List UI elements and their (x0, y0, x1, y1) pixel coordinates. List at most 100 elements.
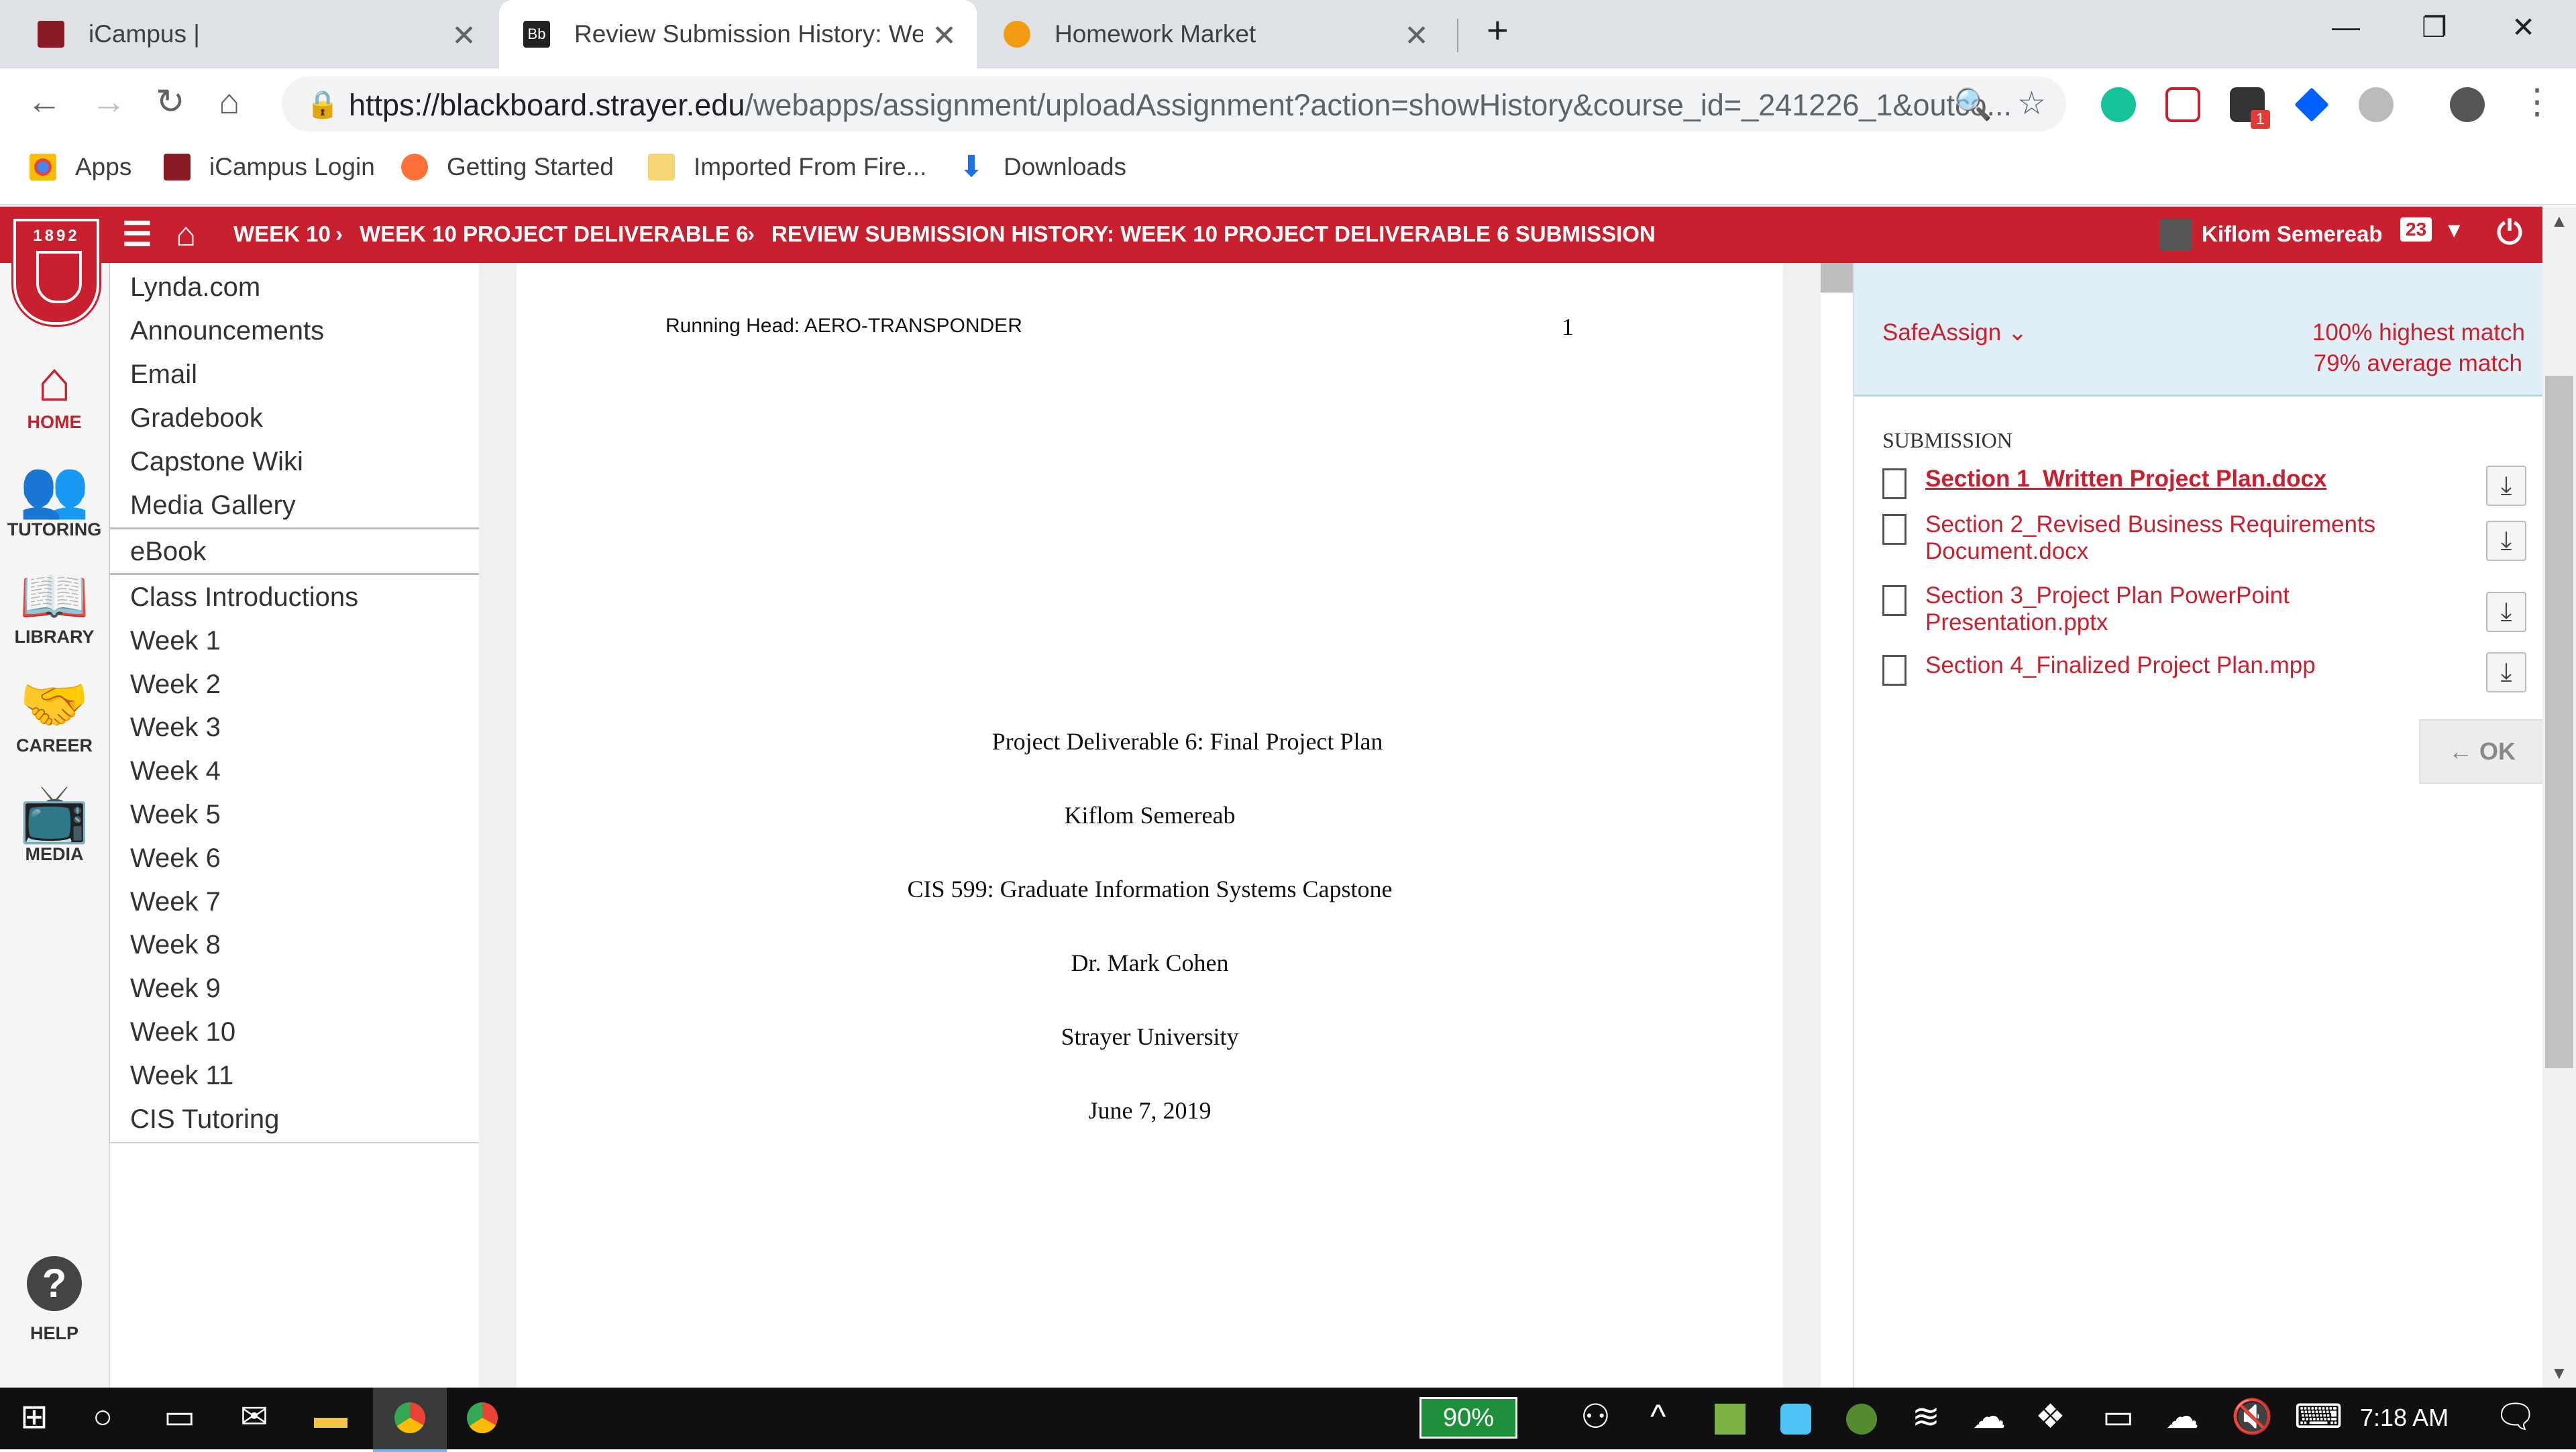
windows-start-icon[interactable]: ⊞ (20, 1397, 48, 1436)
menu-item-ebook[interactable]: eBook (130, 537, 206, 567)
menu-item[interactable]: Week 7 (130, 887, 221, 917)
menu-item[interactable]: Lynda.com (130, 272, 260, 303)
download-icon[interactable]: ⤓ (2486, 592, 2526, 632)
strayer-shield-logo[interactable]: 1892 (13, 219, 99, 325)
user-name[interactable]: Kiflom Semereab (2202, 221, 2383, 247)
cortana-circle-icon[interactable]: ○ (93, 1397, 113, 1436)
scroll-up-arrow-icon[interactable]: ▲ (2551, 211, 2568, 231)
menu-item[interactable]: Week 10 (130, 1017, 235, 1047)
menu-item[interactable]: Week 2 (130, 670, 221, 700)
menu-item[interactable]: Announcements (130, 316, 324, 346)
menu-item[interactable]: Week 11 (130, 1061, 233, 1091)
menu-item[interactable]: Week 1 (130, 626, 221, 656)
file-link[interactable]: Section 1_Written Project Plan.docx (1925, 466, 2422, 492)
hamburger-menu-icon[interactable]: ☰ (122, 215, 152, 254)
restore-icon[interactable]: ❐ (2422, 11, 2447, 44)
download-icon[interactable]: ⤓ (2486, 521, 2526, 561)
scroll-down-arrow-icon[interactable]: ▼ (2551, 1363, 2568, 1384)
home-icon[interactable]: ⌂ (176, 215, 196, 254)
menu-item[interactable]: Week 3 (130, 713, 221, 743)
back-arrow-icon[interactable]: ← (27, 82, 62, 122)
forward-arrow-icon[interactable]: → (91, 82, 126, 122)
tray-app-icon[interactable] (1715, 1404, 1746, 1435)
zoom-icon[interactable]: 🔍 (1954, 86, 1992, 123)
bookmark-apps[interactable]: Apps (30, 153, 131, 181)
tab-icampus[interactable]: iCampus | ✕ (0, 0, 496, 68)
menu-item[interactable]: CIS Tutoring (130, 1104, 279, 1135)
bookmark-icampus-login[interactable]: iCampus Login (164, 153, 375, 181)
menu-item[interactable]: Class Introductions (130, 582, 358, 613)
extension-with-badge-icon[interactable]: 1 (2230, 87, 2270, 129)
show-hidden-icons-icon[interactable]: ^ (1650, 1397, 1666, 1436)
safeassign-dropdown[interactable]: SafeAssign ⌄ (1882, 319, 2027, 346)
tray-cloud-app-icon[interactable] (1780, 1404, 1811, 1435)
people-icon[interactable]: ⚇ (1580, 1397, 1611, 1436)
rail-career[interactable]: 🤝 CAREER (0, 674, 109, 756)
action-center-icon[interactable]: 🗨 (2494, 1397, 2536, 1437)
pocket-extension-icon[interactable] (2165, 87, 2200, 122)
menu-item[interactable]: Gradebook (130, 403, 263, 433)
onedrive-cloud-icon[interactable]: ☁ (1972, 1397, 2006, 1436)
battery-indicator[interactable]: 90% (1419, 1397, 1517, 1439)
menu-item[interactable]: Email (130, 360, 197, 390)
more-menu-icon[interactable]: ⋮ (2520, 82, 2555, 122)
menu-item[interactable]: Week 8 (130, 930, 221, 960)
tab-review-submission[interactable]: Bb Review Submission History: Week ✕ (499, 0, 977, 68)
minimize-icon[interactable]: — (2332, 11, 2360, 43)
bookmark-getting-started[interactable]: Getting Started (401, 153, 614, 181)
viewer-scrollbar-thumb[interactable] (1821, 263, 1853, 293)
window-close-icon[interactable]: ✕ (2512, 11, 2535, 44)
wifi-icon[interactable]: ≋ (1912, 1397, 1940, 1436)
chrome-canary-icon[interactable] (467, 1402, 498, 1433)
upload-cloud-icon[interactable]: ☁ (2165, 1397, 2199, 1436)
download-icon[interactable]: ⤓ (2486, 466, 2526, 506)
viewer-scrollbar[interactable] (1821, 263, 1853, 1388)
task-view-icon[interactable]: ▭ (164, 1397, 195, 1436)
address-bar[interactable]: 🔒 https://blackboard.strayer.edu/webapps… (282, 76, 2066, 132)
page-scrollbar-thumb[interactable] (2545, 376, 2573, 1068)
menu-item[interactable]: Capstone Wiki (130, 447, 303, 477)
menu-item[interactable]: Week 9 (130, 974, 221, 1004)
battery-tray-icon[interactable]: ▭ (2102, 1397, 2134, 1436)
file-link[interactable]: Section 2_Revised Business Requirements … (1925, 511, 2422, 565)
file-link[interactable]: Section 3_Project Plan PowerPoint Presen… (1925, 582, 2422, 636)
file-link[interactable]: Section 4_Finalized Project Plan.mpp (1925, 652, 2422, 679)
notification-count-badge[interactable]: 23 (2400, 217, 2432, 242)
keyboard-layout-icon[interactable]: ⌨ (2294, 1397, 2343, 1436)
new-tab-plus-icon[interactable]: + (1487, 8, 1509, 52)
tab-homework-market[interactable]: Homework Market ✕ (979, 0, 1449, 68)
menu-item[interactable]: Media Gallery (130, 490, 296, 521)
user-avatar[interactable] (2160, 219, 2192, 251)
reload-icon[interactable]: ↻ (156, 82, 185, 122)
rail-home[interactable]: ⌂ HOME (0, 350, 109, 433)
power-logout-icon[interactable]: ⏻ (2497, 215, 2522, 252)
bookmark-imported-folder[interactable]: Imported From Fire... (648, 153, 926, 181)
menu-item[interactable]: Week 4 (130, 756, 221, 786)
download-icon[interactable]: ⤓ (2486, 652, 2526, 692)
mail-icon[interactable]: ✉ (240, 1397, 268, 1436)
chrome-taskbar-button[interactable] (373, 1388, 447, 1452)
ok-button[interactable]: ← OK (2419, 719, 2545, 784)
grammarly-extension-icon[interactable] (2101, 87, 2136, 122)
dropdown-triangle-icon[interactable]: ▾ (2449, 216, 2460, 242)
rail-tutoring[interactable]: 👥 TUTORING (0, 458, 109, 540)
close-icon[interactable]: ✕ (451, 19, 476, 53)
menu-item[interactable]: Week 6 (130, 843, 221, 874)
bookmark-downloads[interactable]: ⬇ Downloads (958, 152, 1127, 182)
breadcrumb-week-10[interactable]: WEEK 10 (233, 221, 331, 247)
rail-media[interactable]: 📺 MEDIA (0, 782, 109, 865)
bookmark-star-icon[interactable]: ☆ (2017, 85, 2046, 122)
dropbox-extension-icon[interactable] (2294, 87, 2329, 122)
profile-avatar[interactable] (2450, 87, 2485, 122)
volume-muted-icon[interactable]: 🔇 (2231, 1397, 2273, 1437)
breadcrumb-deliverable[interactable]: WEEK 10 PROJECT DELIVERABLE 6 (360, 221, 748, 247)
clock[interactable]: 7:18 AM (2360, 1404, 2449, 1432)
close-icon[interactable]: ✕ (932, 19, 957, 53)
menu-item[interactable]: Week 5 (130, 800, 221, 830)
tray-shield-icon[interactable] (1846, 1404, 1877, 1435)
home-icon[interactable]: ⌂ (219, 82, 239, 122)
close-icon[interactable]: ✕ (1404, 19, 1429, 53)
extension-circle-icon[interactable] (2359, 87, 2394, 122)
rail-library[interactable]: 📖 LIBRARY (0, 565, 109, 647)
file-explorer-icon[interactable]: ▬ (314, 1397, 347, 1436)
